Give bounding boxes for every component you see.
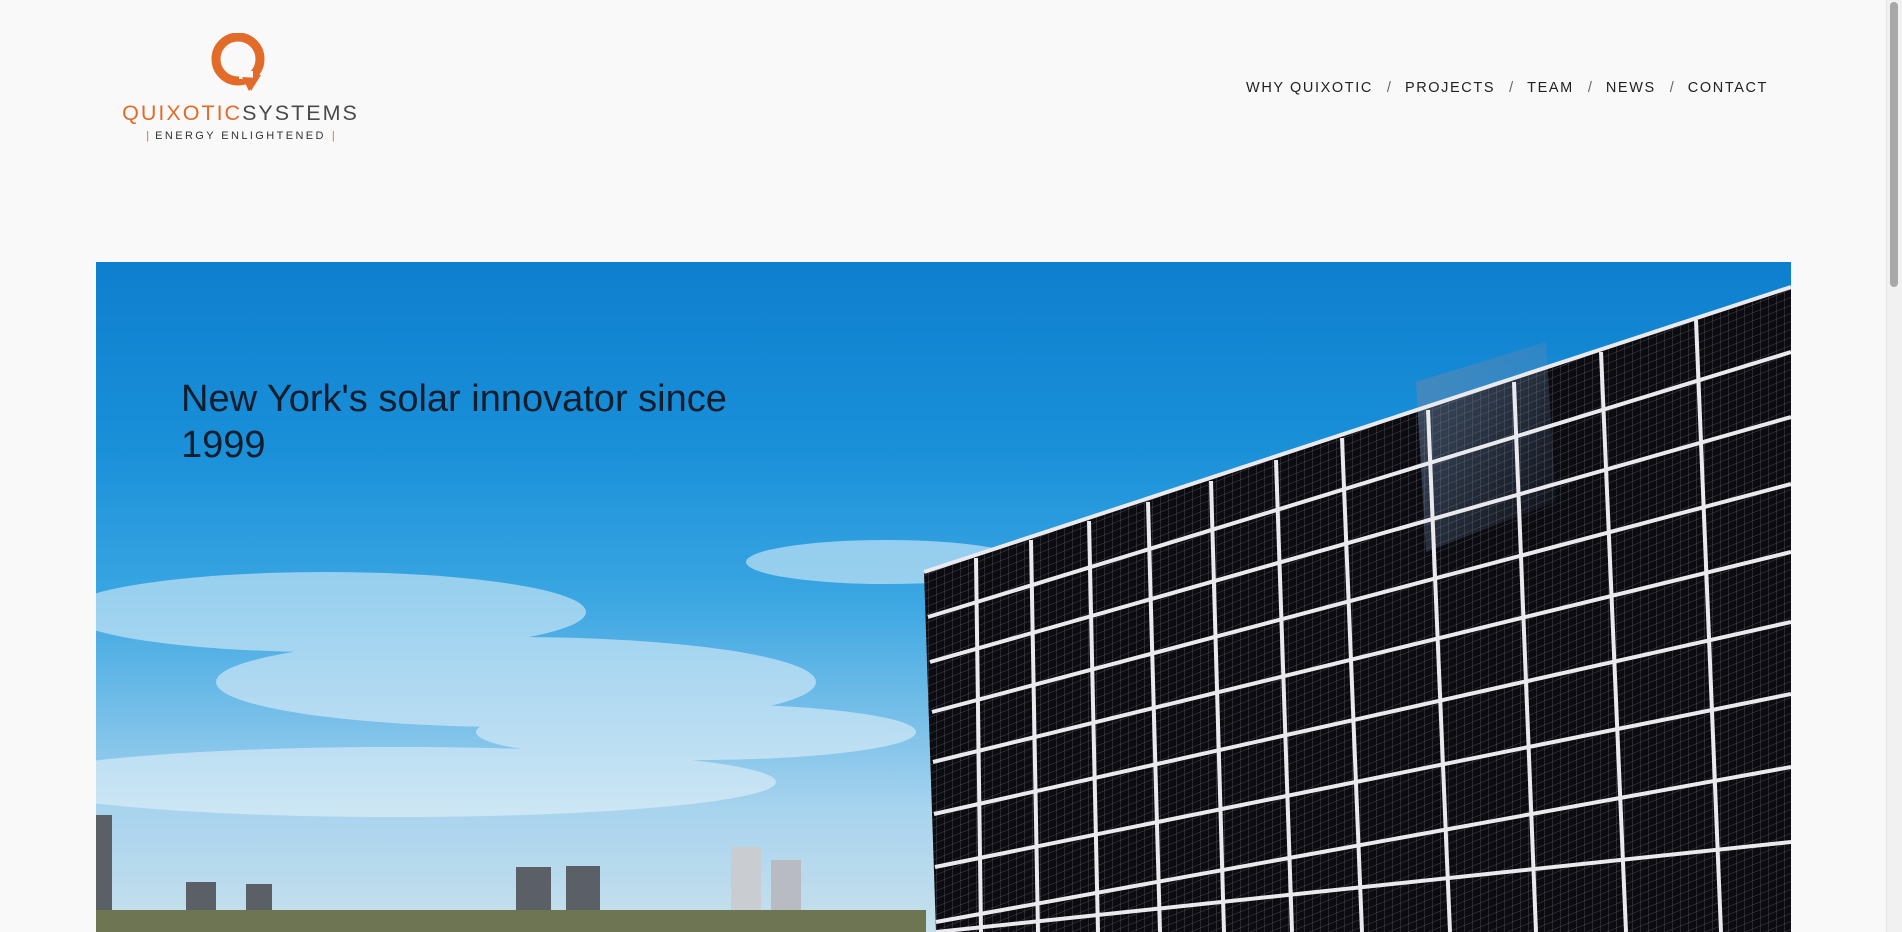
nav-item-contact[interactable]: CONTACT	[1688, 80, 1768, 96]
hero-solar-panel-image	[96, 285, 1791, 932]
scrollbar-thumb[interactable]	[1890, 2, 1898, 287]
logo-word-systems: SYSTEMS	[242, 101, 359, 125]
nav-separator: /	[1587, 80, 1592, 96]
logo-word-quixotic: QUIXOTIC	[122, 101, 243, 125]
city-skyline	[96, 815, 926, 932]
hero-title: New York's solar innovator since 1999	[181, 378, 727, 466]
nav-separator: /	[1669, 80, 1674, 96]
tagline-divider-left: |	[146, 130, 150, 142]
tagline-text: ENERGY ENLIGHTENED	[155, 130, 326, 142]
quixotic-q-arrow-icon	[211, 33, 265, 91]
clouds	[96, 540, 1026, 817]
page-scrollbar[interactable]	[1886, 0, 1902, 932]
site-logo[interactable]: QUIXOTICSYSTEMS | ENERGY ENLIGHTENED |	[118, 33, 363, 145]
main-nav: WHY QUIXOTIC / PROJECTS / TEAM / NEWS / …	[1246, 80, 1768, 96]
logo-wordmark: QUIXOTICSYSTEMS	[118, 101, 363, 125]
nav-separator: /	[1386, 80, 1391, 96]
nav-item-projects[interactable]: PROJECTS	[1405, 80, 1495, 96]
nav-item-team[interactable]: TEAM	[1527, 80, 1574, 96]
nav-separator: /	[1509, 80, 1514, 96]
logo-tagline: | ENERGY ENLIGHTENED |	[118, 129, 363, 143]
hero-banner: New York's solar innovator since 1999	[96, 262, 1791, 932]
tagline-divider-right: |	[331, 130, 335, 142]
nav-item-news[interactable]: NEWS	[1606, 80, 1656, 96]
nav-item-why-quixotic[interactable]: WHY QUIXOTIC	[1246, 80, 1373, 96]
